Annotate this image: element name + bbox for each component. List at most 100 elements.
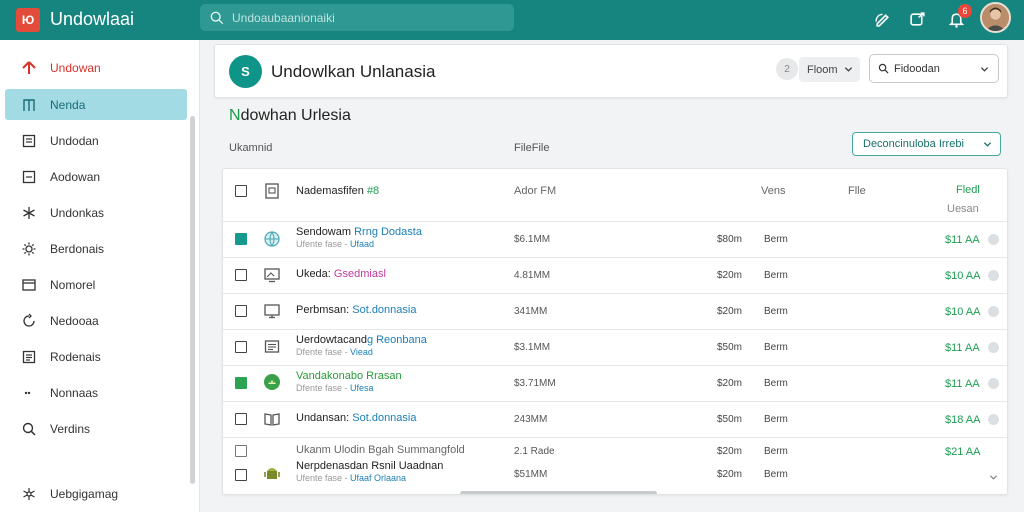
row-status-dot[interactable] <box>988 342 999 353</box>
table-row[interactable]: Ukeda: Gsedmiasl 4.81MM $20m Berm $10 AA <box>223 257 1007 293</box>
sidebar-item-berdonais[interactable]: Berdonais <box>5 233 187 264</box>
search-bar[interactable] <box>200 4 514 31</box>
row-checkbox[interactable] <box>235 469 247 481</box>
book-icon <box>263 410 281 428</box>
sidebar-item-nenda[interactable]: Nenda <box>5 89 187 120</box>
sidebar-item-nonnaas[interactable]: Nonnaas <box>5 377 187 408</box>
section-meta-left: Ukamnid <box>229 142 273 154</box>
list-icon <box>22 350 36 363</box>
select-label: Fidoodan <box>894 62 940 75</box>
filter-dropdown[interactable]: Floom <box>799 57 860 82</box>
edit-icon[interactable] <box>872 9 892 29</box>
file-name-text: Undansan: <box>296 412 353 424</box>
monitor-icon <box>263 266 281 284</box>
file-name[interactable]: Sendowam Rrng Dodasta <box>296 226 422 238</box>
table-row[interactable]: Vandakonabo Rrasan Dfente fase - Ufesa $… <box>223 365 1007 401</box>
file-price: $18 AA <box>945 414 981 426</box>
sidebar-item-undonkas[interactable]: Undonkas <box>5 197 187 228</box>
column-header-date[interactable]: Vens <box>761 185 785 197</box>
row-checkbox[interactable] <box>235 269 247 281</box>
column-header-price[interactable]: Fledl <box>956 184 980 196</box>
sort-dropdown[interactable]: Deconcinuloba Irrebi <box>852 132 1001 156</box>
app-logo[interactable]: Ю <box>16 8 40 32</box>
column-header-name[interactable]: Nademasfifen #8 <box>296 185 379 197</box>
row-checkbox[interactable] <box>235 233 247 245</box>
section-title-initial: N <box>229 107 241 124</box>
folder-icon <box>22 170 36 183</box>
search-select[interactable]: Fidoodan <box>869 54 999 83</box>
share-icon[interactable] <box>907 9 927 29</box>
select-all-checkbox[interactable] <box>235 185 247 197</box>
sidebar-item-nomorel[interactable]: Nomorel <box>5 269 187 300</box>
file-size: $6.1MM <box>514 234 551 245</box>
sidebar-item-undowan[interactable]: Undowan <box>5 52 187 83</box>
file-subtitle-text: Ufente fase - <box>296 473 351 483</box>
file-name[interactable]: Perbmsan: Sot.donnasia <box>296 304 416 316</box>
document-icon <box>263 338 281 356</box>
table-row[interactable]: Undansan: Sot.donnasia 243MM $50m Berm $… <box>223 401 1007 437</box>
column-header-size[interactable]: Ador FM <box>514 185 556 197</box>
table-row[interactable]: Uerdowtacandg Reonbana Dfente fase - Vie… <box>223 329 1007 365</box>
home-icon <box>23 98 35 111</box>
horizontal-scrollbar[interactable] <box>460 491 657 494</box>
sidebar-item-rodenais[interactable]: Rodenais <box>5 341 187 372</box>
file-name[interactable]: Nerpdenasdan Rsnil Uaadnan <box>296 460 443 472</box>
search-icon <box>878 63 889 74</box>
sidebar: Undowan Nenda Undodan Aodowan Undonkas B… <box>0 40 200 512</box>
file-name[interactable]: Uerdowtacandg Reonbana <box>296 334 427 346</box>
sidebar-item-label: Undowan <box>50 60 101 75</box>
file-price: $10 AA <box>945 270 981 282</box>
sidebar-item-undodan[interactable]: Undodan <box>5 125 187 156</box>
sidebar-item-label: Berdonais <box>50 241 105 256</box>
file-date: $20m <box>717 378 743 389</box>
file-size: $51MM <box>514 469 548 480</box>
row-status-dot[interactable] <box>988 378 999 389</box>
section-meta-mid: FileFile <box>514 142 550 154</box>
sidebar-item-verdins[interactable]: Verdins <box>5 413 187 444</box>
section-title-rest: dowhan Urlesia <box>240 107 351 124</box>
table-row[interactable]: Nerpdenasdan Rsnil Uaadnan Ufente fase -… <box>223 455 1007 491</box>
row-checkbox[interactable] <box>235 377 247 389</box>
row-status-dot[interactable] <box>988 414 999 425</box>
file-size: 4.81MM <box>514 270 551 281</box>
android-icon <box>263 464 281 482</box>
row-checkbox[interactable] <box>235 413 247 425</box>
row-status-dot[interactable] <box>988 306 999 317</box>
sidebar-item-uebgigamag[interactable]: Uebgigamag <box>5 478 187 509</box>
chevron-down-icon[interactable] <box>989 473 998 482</box>
file-subtitle-text: Dfente fase - <box>296 383 351 393</box>
file-name-highlight: g Reonbana <box>366 334 427 346</box>
sidebar-item-label: Nenda <box>50 97 86 112</box>
file-size: 341MM <box>514 306 548 317</box>
row-checkbox[interactable] <box>235 305 247 317</box>
row-status-dot[interactable] <box>988 270 999 281</box>
table-row[interactable]: Perbmsan: Sot.donnasia 341MM $20m Berm $… <box>223 293 1007 329</box>
file-date: $20m <box>717 306 743 317</box>
row-status-dot[interactable] <box>988 234 999 245</box>
count-button[interactable]: 2 <box>776 58 798 80</box>
sidebar-item-nedooaa[interactable]: Nedooaa <box>5 305 187 336</box>
app-title: Undowlaai <box>50 9 135 29</box>
file-name-text: Uerdowtacand <box>296 334 367 346</box>
search-input[interactable] <box>232 10 502 25</box>
file-subtitle-text: Ufente fase - <box>296 239 351 249</box>
file-name-highlight: Gsedmiasl <box>333 268 386 280</box>
page-header: S Undowlkan Unlanasia 2 Floom Fidoodan <box>214 44 1008 98</box>
file-name[interactable]: Undansan: Sot.donnasia <box>296 412 416 424</box>
file-name[interactable]: Ukeda: Gsedmiasl <box>296 268 386 280</box>
table-row[interactable]: Sendowam Rrng Dodasta Ufente fase - Ufaa… <box>223 221 1007 257</box>
chevron-down-icon <box>983 142 992 147</box>
sidebar-scrollbar[interactable] <box>190 116 195 484</box>
file-subtitle: Ufente fase - Ufaaf Orlaana <box>296 473 406 483</box>
refresh-icon <box>23 313 35 327</box>
file-date: $50m <box>717 342 743 353</box>
column-header-status[interactable]: Flle <box>848 185 866 197</box>
sidebar-item-aodowan[interactable]: Aodowan <box>5 161 187 192</box>
file-name-highlight: Rrng Dodasta <box>354 226 422 238</box>
avatar[interactable] <box>980 2 1011 33</box>
file-name[interactable]: Vandakonabo Rrasan <box>296 370 402 382</box>
row-checkbox[interactable] <box>235 341 247 353</box>
file-icon <box>263 182 281 200</box>
file-subtitle: Dfente fase - Viead <box>296 347 373 357</box>
file-date: $20m <box>717 469 743 480</box>
